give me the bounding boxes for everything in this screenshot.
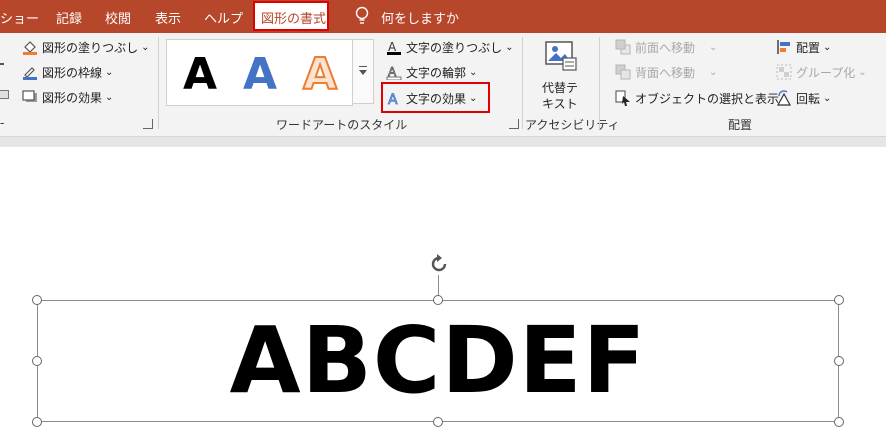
tab-review[interactable]: 校閲: [105, 8, 131, 27]
group-label-partial: -: [0, 116, 5, 130]
tab-shape-format[interactable]: 図形の書式: [261, 8, 326, 27]
wordart-gallery[interactable]: A A A: [166, 39, 353, 106]
paint-bucket-icon: [23, 41, 37, 55]
tell-me-search[interactable]: 何をしますか: [381, 8, 459, 27]
alt-text-label-line2: キスト: [542, 97, 578, 111]
ribbon-tab-bar: ショー 記録 校閲 表示 ヘルプ 図形の書式 何をしますか: [0, 0, 886, 33]
shape-fill-button[interactable]: 図形の塗りつぶし ⌄: [22, 38, 150, 56]
align-icon: [777, 40, 790, 54]
wordart-text[interactable]: ABCDEF: [60, 308, 816, 413]
resize-handle-bottom[interactable]: [433, 417, 443, 427]
chevron-down-icon: ⌄: [823, 41, 832, 53]
selection-pane-icon: [615, 90, 630, 106]
chevron-down-icon: ⌄: [709, 41, 718, 53]
group-divider: [522, 37, 523, 129]
selection-pane-label: オブジェクトの選択と表示: [635, 91, 780, 106]
tab-view[interactable]: 表示: [155, 8, 181, 27]
text-fill-icon: A: [387, 40, 401, 55]
resize-handle-top-left[interactable]: [32, 295, 42, 305]
accessibility-group-label: アクセシビリティ: [525, 118, 620, 132]
resize-handle-right[interactable]: [834, 356, 844, 366]
bring-forward-button[interactable]: 前面へ移動 ⌄: [615, 38, 717, 56]
chevron-down-icon: ⌄: [105, 91, 114, 103]
selection-pane-button[interactable]: オブジェクトの選択と表示: [615, 89, 779, 107]
wordart-styles-group-label: ワードアートのスタイル: [276, 118, 408, 132]
tab-help[interactable]: ヘルプ: [204, 8, 243, 27]
group-icon: [776, 64, 792, 80]
shape-outline-label: 図形の枠線: [42, 65, 103, 80]
chevron-down-icon: ⌄: [469, 92, 478, 104]
wordart-sample-blue[interactable]: A: [243, 50, 277, 100]
ribbon: - 図形の塗りつぶし ⌄ 図形の枠線 ⌄ 図形の効果 ⌄ A A A A 文字の…: [0, 33, 886, 137]
send-backward-button[interactable]: 背面へ移動 ⌄: [615, 63, 717, 81]
group-divider: [599, 37, 600, 129]
wordart-styles-launcher-icon[interactable]: [509, 119, 519, 129]
text-fill-button[interactable]: A 文字の塗りつぶし ⌄: [386, 38, 514, 56]
shape-effects-button[interactable]: 図形の効果 ⌄: [22, 88, 113, 106]
send-backward-icon: [615, 64, 631, 80]
rotate-icon: [776, 90, 792, 106]
resize-handle-top-right[interactable]: [834, 295, 844, 305]
chevron-down-icon: ⌄: [105, 66, 114, 78]
svg-text:A: A: [388, 40, 397, 54]
text-effects-button[interactable]: A 文字の効果 ⌄: [386, 89, 478, 107]
resize-handle-left[interactable]: [32, 356, 42, 366]
resize-handle-bottom-right[interactable]: [834, 417, 844, 427]
tab-record[interactable]: 記録: [56, 8, 82, 27]
text-outline-label: 文字の輪郭: [406, 65, 467, 80]
rotate-button[interactable]: 回転 ⌄: [776, 89, 831, 107]
resize-handle-bottom-left[interactable]: [32, 417, 42, 427]
svg-text:A: A: [388, 92, 398, 106]
rotate-handle-icon[interactable]: [427, 252, 451, 276]
chevron-down-icon: ⌄: [858, 66, 867, 78]
ribbon-bottom-gap: [0, 137, 886, 147]
shape-fill-label: 図形の塗りつぶし: [42, 40, 139, 55]
shape-effects-label: 図形の効果: [42, 90, 103, 105]
align-label: 配置: [796, 40, 821, 55]
shape-effects-icon: [22, 90, 37, 102]
alt-text-label-line1: 代替テ: [542, 81, 579, 95]
text-effects-icon: A: [388, 92, 399, 106]
pencil-outline-icon: [23, 67, 37, 80]
group-divider: [158, 37, 159, 129]
rotate-label: 回転: [796, 91, 821, 106]
wordart-sample-orange[interactable]: A: [302, 49, 338, 101]
shape-outline-button[interactable]: 図形の枠線 ⌄: [22, 63, 113, 81]
text-outline-button[interactable]: A 文字の輪郭 ⌄: [386, 63, 477, 81]
chevron-down-icon: ⌄: [709, 66, 718, 78]
bring-forward-icon: [615, 39, 631, 55]
chevron-down-icon: ⌄: [505, 41, 514, 53]
group-objects-label: グループ化: [796, 65, 856, 80]
tab-slideshow[interactable]: ショー: [0, 8, 39, 27]
chevron-down-icon: ⌄: [141, 41, 150, 53]
text-effects-label: 文字の効果: [406, 91, 467, 106]
text-outline-icon: A: [386, 65, 402, 80]
alt-text-button[interactable]: 代替テ キスト: [533, 37, 587, 113]
send-backward-label: 背面へ移動: [635, 65, 696, 80]
chevron-down-icon: ⌄: [469, 66, 478, 78]
chevron-down-icon: ⌄: [823, 92, 832, 104]
group-objects-button[interactable]: グループ化 ⌄: [776, 63, 867, 81]
bring-forward-label: 前面へ移動: [635, 40, 696, 55]
align-button[interactable]: 配置 ⌄: [776, 38, 831, 56]
wordart-gallery-more-button[interactable]: [352, 39, 374, 104]
lightbulb-icon: [355, 6, 369, 24]
text-fill-label: 文字の塗りつぶし: [406, 40, 503, 55]
alt-text-icon: [545, 41, 577, 71]
arrange-group-label: 配置: [728, 118, 753, 132]
shape-styles-launcher-icon[interactable]: [143, 119, 153, 129]
wordart-sample-black[interactable]: A: [183, 50, 217, 100]
resize-handle-top[interactable]: [433, 295, 443, 305]
